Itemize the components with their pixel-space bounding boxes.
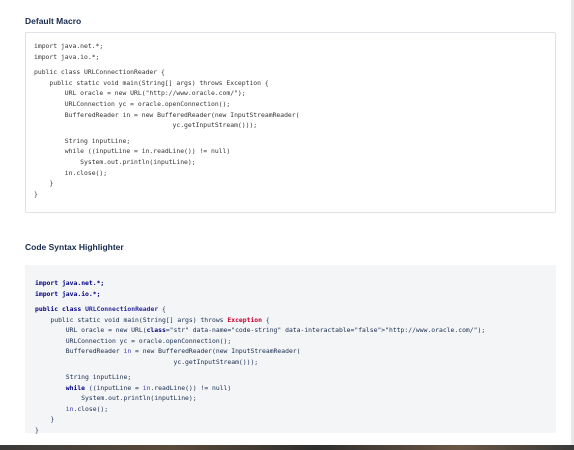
code-line: System.out.println(inputLine); [35,394,197,402]
code-block-default-macro[interactable]: import java.net.*; import java.io.*; publi… [25,32,556,213]
code-line: import java.io.*; [34,52,100,61]
code-block-syntax-highlighter[interactable]: import java.net.*; import java.io.*; publi… [25,265,556,435]
code-package: java.io.*; [61,289,101,298]
code-keyword: class [61,305,82,313]
code-line: in.close(); [34,168,108,177]
code-line: yc.getInputStream())); [34,121,258,130]
code-listing: import java.net.*; import java.io.*; publi… [35,278,556,435]
code-line: import java.net.*; [35,278,556,289]
code-variable: in [142,383,151,392]
code-package: java.net.*; [61,279,105,287]
code-line: URL oracle = new URL(class="str" data-na… [35,326,486,334]
code-keyword: import [35,279,59,287]
code-line: import java.net.*; [34,42,104,50]
code-keyword: while [65,383,86,392]
code-line: while ((inputLine = in.readLine()) != nu… [34,147,231,156]
code-variable: in [123,347,132,355]
code-listing: import java.net.*; import java.io.*; publi… [34,41,555,199]
code-keyword: import [35,289,59,298]
code-line: import java.io.*; [35,289,556,300]
code-keyword: class [146,326,166,334]
code-line: String inputLine; [34,136,131,145]
code-line: URL oracle = new URL("http://www.oracle.… [34,89,246,98]
code-line: BufferedReader in = new BufferedReader(n… [35,347,301,355]
bottom-image-strip [0,445,574,450]
code-line: URLConnection yc = oracle.openConnection… [35,336,232,345]
code-line: public static void main(String[] args) t… [35,315,270,324]
code-line: public class URLConnectionReader { [34,68,165,77]
code-keyword: public [35,305,59,313]
code-line: in.close(); [65,404,109,413]
code-line: } [35,415,55,423]
code-line: URLConnection yc = oracle.openConnection… [34,99,231,108]
code-exception: Exception [227,315,263,324]
code-line: public class URLConnectionReader { [35,305,166,313]
section-title-code-syntax-highlighter: Code Syntax Highlighter [25,242,124,252]
code-line: public static void main(String[] args) t… [34,78,269,87]
code-line: } [35,425,39,434]
code-class-name: URLConnectionReader [85,305,159,313]
code-line: } [34,179,54,188]
code-line: while ((inputLine = in.readLine()) != nu… [65,383,232,392]
code-variable: in [65,404,74,413]
code-line: BufferedReader in = new BufferedReader(n… [34,110,300,119]
code-line: } [34,189,38,198]
code-line: yc.getInputStream())); [35,357,259,366]
code-line: String inputLine; [35,373,132,381]
code-line: System.out.println(inputLine); [34,157,196,166]
section-title-default-macro: Default Macro [25,16,82,26]
